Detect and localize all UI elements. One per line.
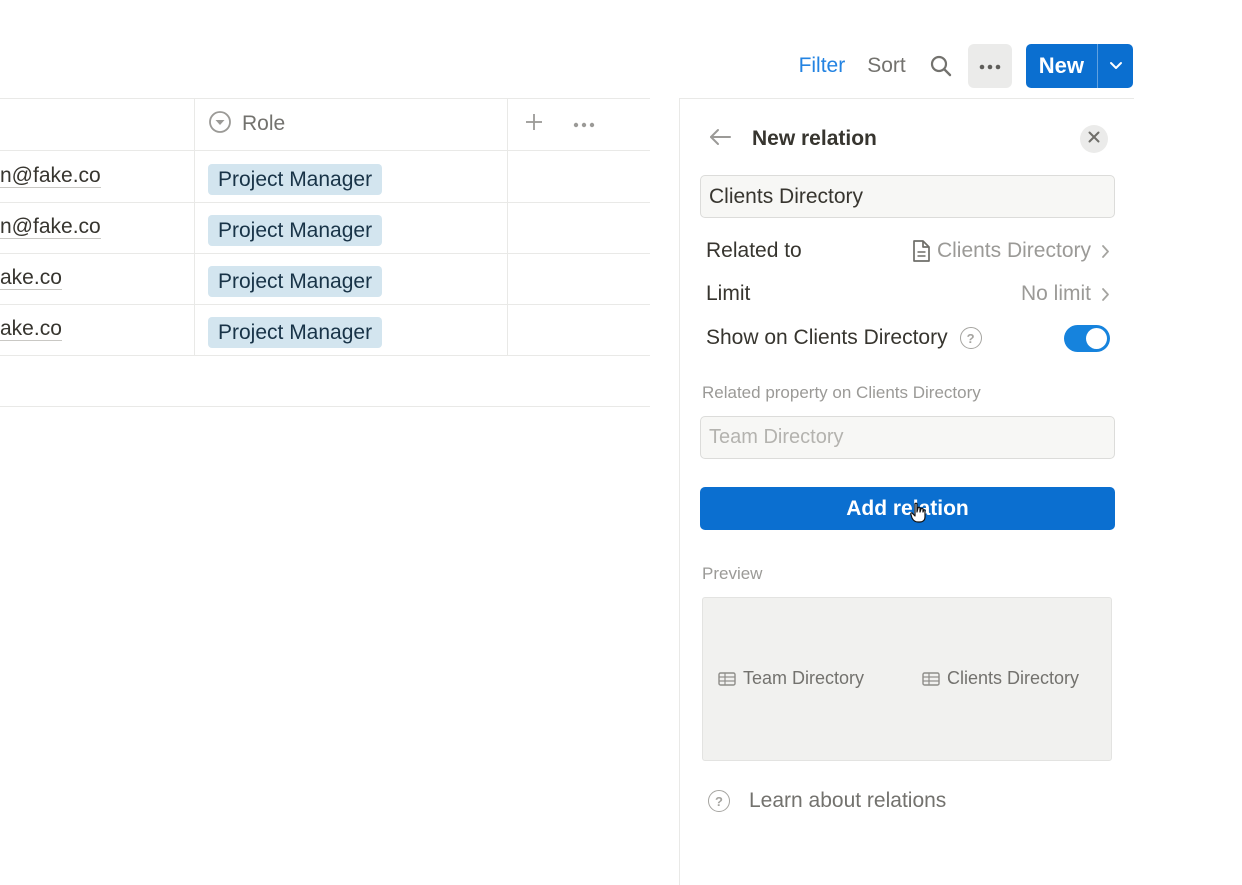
role-tag[interactable]: Project Manager bbox=[208, 215, 383, 246]
filter-button[interactable]: Filter bbox=[799, 44, 846, 88]
column-header-role[interactable]: Role bbox=[195, 98, 285, 150]
related-to-value[interactable]: Clients Directory bbox=[911, 239, 1110, 263]
view-toolbar: Filter Sort New bbox=[799, 44, 1133, 88]
related-to-row[interactable]: Related to Clients Directory bbox=[706, 235, 1110, 267]
page-icon bbox=[911, 239, 931, 263]
divider bbox=[0, 150, 650, 151]
show-on-toggle[interactable] bbox=[1064, 324, 1110, 352]
new-dropdown-button[interactable] bbox=[1097, 44, 1133, 88]
close-button[interactable] bbox=[1080, 125, 1108, 153]
arrow-left-icon bbox=[708, 127, 732, 152]
role-tag[interactable]: Project Manager bbox=[208, 266, 383, 297]
back-button[interactable] bbox=[706, 125, 734, 153]
new-button-group: New bbox=[1025, 44, 1133, 88]
email-cell[interactable]: ake.co bbox=[0, 266, 62, 290]
preview-source-text: Team Directory bbox=[743, 668, 865, 688]
select-icon bbox=[208, 110, 232, 139]
learn-relations-text: Learn about relations bbox=[749, 789, 947, 812]
column-header-label: Role bbox=[242, 112, 286, 135]
limit-row[interactable]: Limit No limit bbox=[706, 278, 1110, 310]
help-icon[interactable]: ? bbox=[959, 327, 982, 349]
chevron-down-icon bbox=[1109, 57, 1123, 75]
more-icon bbox=[573, 115, 595, 133]
limit-value[interactable]: No limit bbox=[1021, 282, 1110, 306]
related-property-label: Related property on Clients Directory bbox=[702, 383, 981, 402]
divider bbox=[0, 253, 650, 254]
related-to-label: Related to bbox=[706, 239, 802, 262]
email-text[interactable]: n@fake.co bbox=[0, 215, 101, 239]
limit-label: Limit bbox=[706, 282, 751, 305]
related-to-text: Clients Directory bbox=[936, 239, 1091, 262]
relation-name-input[interactable] bbox=[700, 175, 1115, 218]
role-tag[interactable]: Project Manager bbox=[208, 317, 383, 348]
email-text[interactable]: ake.co bbox=[0, 317, 62, 341]
show-on-label: Show on Clients Directory bbox=[706, 326, 948, 349]
email-cell[interactable]: n@fake.co bbox=[0, 164, 101, 188]
learn-relations-link[interactable]: ? Learn about relations bbox=[708, 789, 946, 813]
table-icon bbox=[718, 671, 736, 686]
chevron-right-icon bbox=[1101, 244, 1110, 259]
new-relation-panel: New relation Related to Clients Director… bbox=[679, 98, 1134, 885]
show-on-row: Show on Clients Directory ? bbox=[706, 322, 1110, 354]
email-text[interactable]: n@fake.co bbox=[0, 164, 101, 188]
plus-icon bbox=[524, 112, 544, 137]
sort-button[interactable]: Sort bbox=[867, 44, 906, 88]
relation-preview: Team Directory Clients Directory bbox=[702, 597, 1112, 761]
more-options-button[interactable] bbox=[967, 44, 1012, 88]
email-text[interactable]: ake.co bbox=[0, 266, 62, 290]
divider bbox=[0, 98, 650, 99]
divider bbox=[0, 304, 650, 305]
preview-target-text: Clients Directory bbox=[947, 668, 1080, 688]
divider bbox=[0, 355, 650, 356]
toggle-knob bbox=[1086, 327, 1107, 349]
divider bbox=[0, 406, 650, 407]
preview-source: Team Directory bbox=[718, 668, 864, 689]
column-options-button[interactable] bbox=[570, 110, 598, 138]
divider bbox=[0, 202, 650, 203]
more-icon bbox=[979, 57, 1001, 75]
add-column-button[interactable] bbox=[520, 110, 548, 138]
panel-title: New relation bbox=[752, 127, 877, 150]
column-divider bbox=[507, 98, 508, 355]
chevron-right-icon bbox=[1101, 287, 1110, 302]
close-icon bbox=[1088, 130, 1100, 148]
limit-text: No limit bbox=[1020, 282, 1091, 305]
email-cell[interactable]: ake.co bbox=[0, 317, 62, 341]
new-button[interactable]: New bbox=[1026, 44, 1097, 88]
preview-label: Preview bbox=[702, 564, 763, 583]
help-icon: ? bbox=[708, 790, 730, 812]
related-property-input[interactable] bbox=[700, 416, 1115, 459]
table-icon bbox=[922, 671, 940, 686]
role-tag[interactable]: Project Manager bbox=[208, 164, 383, 195]
search-icon[interactable] bbox=[928, 53, 954, 79]
preview-target: Clients Directory bbox=[922, 668, 1079, 689]
email-cell[interactable]: n@fake.co bbox=[0, 215, 101, 239]
hand-cursor-icon bbox=[910, 502, 926, 529]
add-relation-button[interactable]: Add relation bbox=[700, 487, 1115, 530]
